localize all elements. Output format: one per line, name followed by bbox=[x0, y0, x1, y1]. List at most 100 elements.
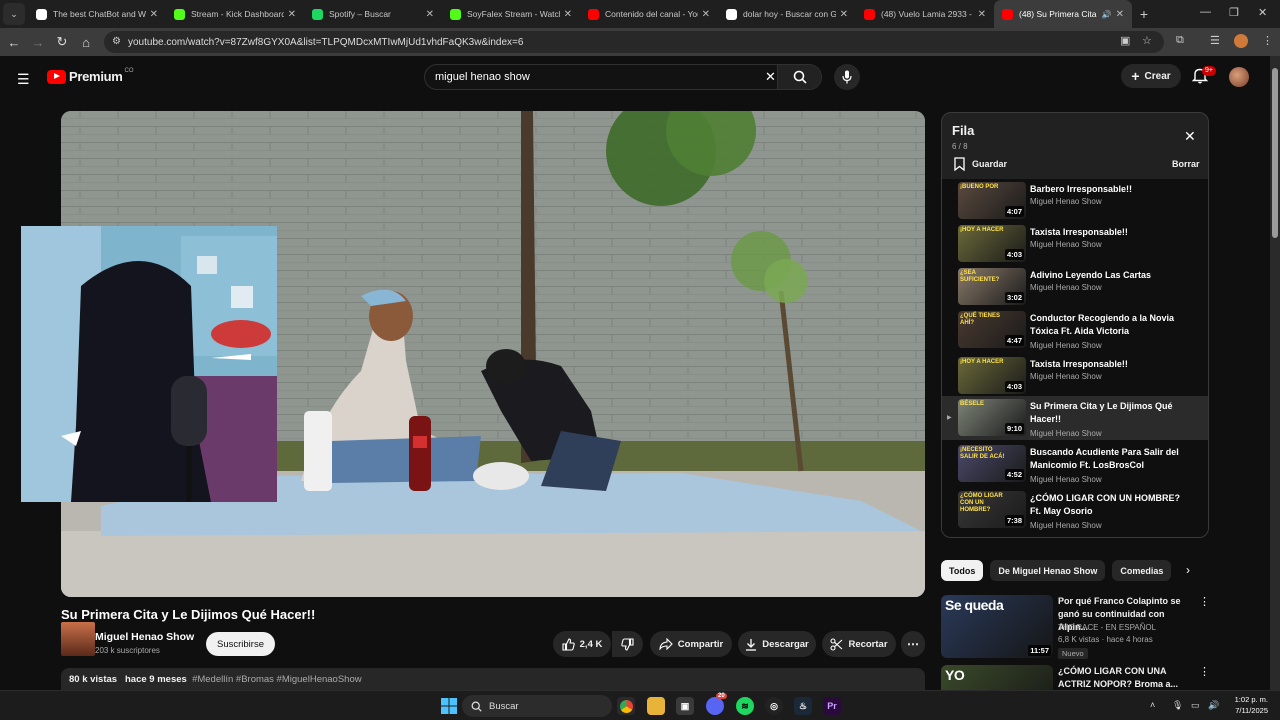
save-queue-button[interactable]: Guardar bbox=[954, 157, 1007, 171]
youtube-premium-logo[interactable]: Premium CO bbox=[47, 68, 134, 84]
browser-menu-icon[interactable]: ⋮ bbox=[1262, 34, 1273, 47]
clear-search-icon[interactable]: ✕ bbox=[765, 69, 776, 85]
tab-close-icon[interactable]: ✕ bbox=[150, 9, 158, 20]
queue-thumbnail[interactable]: ¿QUÉ TIENES AHÍ? 4:47 bbox=[958, 311, 1026, 348]
maximize-button[interactable]: ❐ bbox=[1229, 6, 1239, 19]
forward-button[interactable]: → bbox=[26, 35, 50, 50]
tab-audio-icon[interactable]: 🔊 bbox=[1102, 10, 1112, 19]
queue-thumbnail[interactable]: ¡NECESITO SALIR DE ACÁ! 4:52 bbox=[958, 445, 1026, 482]
tab-close-icon[interactable]: ✕ bbox=[426, 9, 434, 20]
queue-item[interactable]: ▶ BÉSELE 9:10 Su Primera Cita y Le Dijimos … bbox=[942, 396, 1208, 440]
new-tab-button[interactable]: + bbox=[1132, 6, 1156, 22]
queue-item[interactable]: ¿QUÉ TIENES AHÍ? 4:47 Conductor Recogiendo… bbox=[942, 308, 1208, 352]
file-explorer-icon[interactable] bbox=[647, 697, 665, 715]
recommended-thumbnail[interactable]: Se queda 11:57 bbox=[941, 595, 1053, 658]
mic-tray-icon[interactable]: 🎙 bbox=[1172, 700, 1183, 711]
recommended-video[interactable]: Se queda 11:57 Por qué Franco Colapinto se… bbox=[941, 595, 1211, 661]
queue-thumbnail[interactable]: ¡HOY A HACER 4:03 bbox=[958, 225, 1026, 262]
recommended-thumbnail[interactable]: YO bbox=[941, 665, 1053, 690]
like-button[interactable]: 2,4 K bbox=[553, 631, 611, 657]
filter-chip[interactable]: Todos bbox=[941, 560, 984, 581]
queue-item[interactable]: ¡NECESITO SALIR DE ACÁ! 4:52 Buscando Acud… bbox=[942, 442, 1208, 486]
tab-close-icon[interactable]: ✕ bbox=[840, 9, 848, 20]
browser-tab[interactable]: Spotify – Buscar ✕ bbox=[304, 0, 442, 28]
browser-tab[interactable]: SoyFalex Stream - Watch ✕ bbox=[442, 0, 580, 28]
queue-item[interactable]: ¡BUENO POR 4:07 Barbero Irresponsable!! Mig… bbox=[942, 179, 1208, 223]
description-box[interactable]: 80 k vistas hace 9 meses #Medellín #Brom… bbox=[61, 668, 925, 690]
queue-item[interactable]: ¿CÓMO LIGAR CON UN HOMBRE? 7:38 ¿CÓMO LIGA… bbox=[942, 488, 1208, 532]
chevron-right-icon[interactable]: › bbox=[1186, 563, 1190, 577]
search-box[interactable]: miguel henao show ✕ bbox=[424, 64, 822, 90]
guide-menu-icon[interactable]: ☰ bbox=[17, 71, 30, 88]
minimize-button[interactable]: — bbox=[1200, 6, 1211, 18]
discord-icon[interactable]: 20 bbox=[706, 693, 727, 715]
obs-icon[interactable]: ◎ bbox=[765, 697, 783, 715]
more-actions-button[interactable]: ⋯ bbox=[901, 631, 925, 657]
tab-close-icon[interactable]: ✕ bbox=[978, 9, 986, 20]
reading-list-icon[interactable]: ☰ bbox=[1210, 34, 1220, 47]
browser-tab[interactable]: dolar hoy - Buscar con G ✕ bbox=[718, 0, 856, 28]
window-close-button[interactable]: ✕ bbox=[1258, 6, 1267, 19]
back-button[interactable]: ← bbox=[2, 35, 26, 50]
subscribe-button[interactable]: Suscribirse bbox=[206, 632, 275, 656]
recommended-video[interactable]: YO ¿CÓMO LIGAR CON UNA ACTRIZ NOPOR? Brom… bbox=[941, 665, 1211, 690]
tab-close-icon[interactable]: ✕ bbox=[1116, 9, 1124, 20]
queue-item[interactable]: ¡HOY A HACER 4:03 Taxista Irresponsable!! M… bbox=[942, 222, 1208, 266]
queue-thumbnail[interactable]: ¿CÓMO LIGAR CON UN HOMBRE? 7:38 bbox=[958, 491, 1026, 528]
account-avatar[interactable] bbox=[1229, 67, 1249, 87]
reload-button[interactable]: ↻ bbox=[50, 34, 74, 50]
channel-avatar[interactable] bbox=[61, 622, 95, 656]
install-app-icon[interactable]: ▣ bbox=[1120, 34, 1130, 47]
share-button[interactable]: Compartir bbox=[650, 631, 732, 657]
queue-thumbnail[interactable]: ¡BUENO POR 4:07 bbox=[958, 182, 1026, 219]
create-button[interactable]: + Crear bbox=[1121, 64, 1181, 88]
more-vertical-icon[interactable]: ⋮ bbox=[1199, 665, 1210, 678]
address-bar[interactable]: ⚙ youtube.com/watch?v=87Zwf8GYX0A&list=T… bbox=[104, 31, 1164, 53]
volume-icon[interactable]: 🔊 bbox=[1208, 700, 1219, 711]
spotify-taskbar-icon[interactable]: ≋ bbox=[736, 697, 754, 715]
tab-search-button[interactable]: ⌄ bbox=[3, 3, 25, 25]
download-button[interactable]: Descargar bbox=[738, 631, 816, 657]
queue-thumbnail[interactable]: BÉSELE 9:10 bbox=[958, 399, 1026, 436]
store-icon[interactable]: ▣ bbox=[676, 697, 694, 715]
tab-close-icon[interactable]: ✕ bbox=[564, 9, 572, 20]
voice-search-button[interactable] bbox=[834, 64, 860, 90]
bookmark-star-icon[interactable]: ☆ bbox=[1142, 34, 1152, 47]
queue-item[interactable]: ¿SEA SUFICIENTE? 3:02 Adivino Leyendo Las … bbox=[942, 265, 1208, 309]
browser-tab[interactable]: The best ChatBot and Wr ✕ bbox=[28, 0, 166, 28]
windows-start-icon[interactable] bbox=[440, 697, 458, 715]
premiere-pro-icon[interactable]: Pr bbox=[823, 697, 841, 715]
browser-tab[interactable]: Contenido del canal - You ✕ bbox=[580, 0, 718, 28]
search-button[interactable] bbox=[777, 65, 821, 89]
profile-icon[interactable] bbox=[1234, 34, 1248, 48]
chrome-taskbar-icon[interactable] bbox=[617, 697, 635, 715]
steam-icon[interactable]: ♨ bbox=[794, 697, 812, 715]
tray-overflow-icon[interactable]: ˄ bbox=[1150, 700, 1155, 710]
dislike-button[interactable] bbox=[612, 631, 643, 657]
queue-item[interactable]: ¡HOY A HACER 4:03 Taxista Irresponsable!! M… bbox=[942, 354, 1208, 398]
site-info-icon[interactable]: ⚙ bbox=[112, 36, 121, 47]
filter-chip[interactable]: De Miguel Henao Show bbox=[990, 560, 1106, 581]
page-scrollbar[interactable] bbox=[1270, 56, 1280, 690]
browser-tab[interactable]: (48) Su Primera Cita y 🔊 ✕ bbox=[994, 0, 1132, 28]
close-queue-icon[interactable]: ✕ bbox=[1184, 128, 1196, 145]
tab-close-icon[interactable]: ✕ bbox=[702, 9, 710, 20]
filter-chip[interactable]: Comedias bbox=[1112, 560, 1172, 581]
home-button[interactable]: ⌂ bbox=[74, 35, 98, 50]
channel-name[interactable]: Miguel Henao Show bbox=[95, 631, 194, 643]
taskbar-search[interactable]: Buscar bbox=[462, 695, 612, 717]
extensions-icon[interactable]: ⧉ bbox=[1176, 34, 1184, 47]
more-vertical-icon[interactable]: ⋮ bbox=[1199, 595, 1210, 608]
browser-tab[interactable]: Stream - Kick Dashboard ✕ bbox=[166, 0, 304, 28]
queue-thumbnail[interactable]: ¿SEA SUFICIENTE? 3:02 bbox=[958, 268, 1026, 305]
scrollbar-thumb[interactable] bbox=[1272, 68, 1278, 238]
system-clock[interactable]: 1:02 p. m. 7/11/2025 bbox=[1226, 694, 1268, 716]
network-icon[interactable]: ▭ bbox=[1191, 700, 1200, 711]
tab-close-icon[interactable]: ✕ bbox=[288, 9, 296, 20]
search-input[interactable]: miguel henao show bbox=[435, 71, 530, 83]
browser-tab[interactable]: (48) Vuelo Lamia 2933 - Y ✕ bbox=[856, 0, 994, 28]
hashtags[interactable]: #Medellín #Bromas #MiguelHenaoShow bbox=[192, 674, 362, 685]
clear-queue-button[interactable]: Borrar bbox=[1172, 159, 1200, 169]
clip-button[interactable]: Recortar bbox=[822, 631, 896, 657]
queue-thumbnail[interactable]: ¡HOY A HACER 4:03 bbox=[958, 357, 1026, 394]
